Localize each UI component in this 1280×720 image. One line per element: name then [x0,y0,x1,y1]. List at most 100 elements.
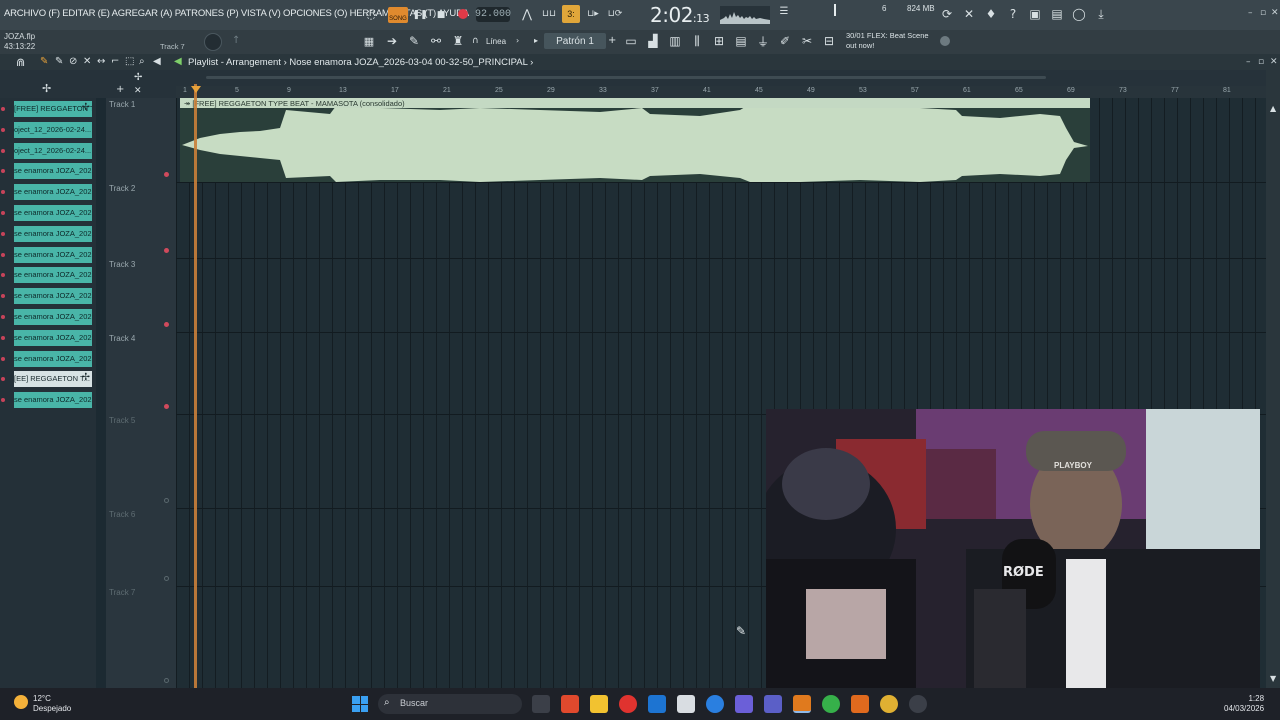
metronome-icon[interactable]: ⋀ [518,5,536,23]
track-record-icon[interactable] [164,172,169,177]
track-close-icon[interactable]: ✕ [134,86,142,96]
cut-icon[interactable]: ✂ [798,32,816,50]
picker-item[interactable]: se enamora JOZA_202... [14,329,92,346]
track-record-icon[interactable] [164,322,169,327]
master-volume-slider[interactable] [834,4,836,16]
piano-roll-icon[interactable]: ▟ [644,32,662,50]
mute-tool-icon[interactable]: ✕ [83,56,91,67]
track-name[interactable]: Track 3 [109,260,135,269]
slip-tool-icon[interactable]: ↔ [97,56,105,67]
track-record-icon[interactable] [164,678,169,683]
save-icon[interactable]: ▣ [1026,5,1044,23]
audio-clip[interactable] [180,98,1090,182]
slice-tool-icon[interactable]: ⌐ [111,56,119,67]
close-window-icon[interactable]: ✕ [1271,8,1279,18]
tempo-display[interactable]: 92.000 [475,7,511,22]
track-name[interactable]: Track 1 [109,100,135,109]
playlist-icon[interactable]: ▭ [622,32,640,50]
stop-icon[interactable]: ■ [432,6,450,24]
pause-icon[interactable]: ❚❚ [411,6,429,24]
song-position-display[interactable]: 2:02:13 [650,3,710,27]
system-clock[interactable]: 1:28 04/03/2026 [1224,694,1264,714]
track-record-icon[interactable] [164,576,169,581]
paint-tool-icon[interactable]: ✎ [55,56,63,67]
picker-item[interactable]: se enamora JOZA_202... [14,392,92,409]
step-edit-icon[interactable]: ⊔▸ [584,5,602,23]
news-panel[interactable]: 30/01 FLEX: Beat Scene out now! [846,31,929,50]
draw-tool-icon[interactable]: ✎ [40,56,48,67]
pencil-icon[interactable]: ✎ [405,32,423,50]
maximize-window-icon[interactable]: ▫ [1260,8,1266,18]
edge-icon[interactable] [706,695,724,713]
obs-icon[interactable] [909,695,927,713]
playback-tool-icon[interactable]: ◀ [153,56,161,67]
weather-icon[interactable] [14,695,28,709]
picker-item[interactable]: se enamora JOZA_202... [14,184,92,201]
picker-item[interactable]: se enamora JOZA_202... [14,246,92,263]
wait-input-icon[interactable]: ⊔⊔ [540,5,558,23]
track-name[interactable]: Track 5 [109,416,135,425]
mixer-icon[interactable]: ✕ [960,5,978,23]
playhead[interactable] [194,84,197,688]
track-name[interactable]: Track 4 [109,334,135,343]
export-icon[interactable]: ▤ [1048,5,1066,23]
song-mode-toggle[interactable]: SONG [388,7,408,23]
track-record-icon[interactable] [164,248,169,253]
pattern-selector[interactable]: Patrón 1 [544,33,606,49]
keyboard-icon[interactable]: ▦ [360,32,378,50]
minimize-window-icon[interactable]: – [1248,8,1253,18]
help-icon[interactable]: ? [1004,5,1022,23]
picker-item[interactable]: oject_12_2026-02-24... [14,142,92,159]
track-record-icon[interactable] [164,498,169,503]
loop-record-icon[interactable]: ◌ [362,5,380,23]
countdown-icon[interactable]: 3: [562,5,580,23]
mixer-view-icon[interactable]: ⫼ [688,32,706,50]
undo-history-icon[interactable]: ⟳ [938,5,956,23]
picker-item[interactable]: se enamora JOZA_202... [14,267,92,284]
main-volume-knob[interactable] [204,33,222,51]
picker-item[interactable]: se enamora JOZA_202... [14,163,92,180]
playhead-marker-icon[interactable] [191,86,201,93]
playlist-arrow-icon[interactable]: ◀ [174,56,182,67]
magnet-icon[interactable]: ∩ [472,36,479,46]
browser-icon[interactable]: ▤ [732,32,750,50]
drag-handle-icon[interactable]: ✢ [82,372,90,383]
track-name[interactable]: Track 6 [109,510,135,519]
fl-studio-icon[interactable] [793,695,811,713]
brave-browser-icon[interactable] [561,695,579,713]
blend-notes-icon[interactable]: ⊔⟳ [606,5,624,23]
channel-rack-icon[interactable]: ▥ [666,32,684,50]
stamp-icon[interactable]: ♜ [449,32,467,50]
track-zoom-icon[interactable]: ✢ [134,72,142,83]
copilot-icon[interactable] [735,695,753,713]
add-pattern-icon[interactable]: + [608,35,616,46]
task-view-icon[interactable] [532,695,550,713]
picker-item[interactable]: se enamora JOZA_202... [14,225,92,242]
clip-title[interactable]: ↠ [FREE] REGGAETON TYPE BEAT - MAMASOTA … [180,98,1090,108]
start-button[interactable] [352,696,368,712]
shop-icon[interactable]: ⊟ [820,32,838,50]
picker-item[interactable]: se enamora JOZA_202... [14,309,92,325]
media-player-icon[interactable] [619,695,637,713]
record-button[interactable] [458,9,468,19]
account-icon[interactable] [940,36,950,46]
arrow-right-icon[interactable]: ➔ [383,32,401,50]
drag-handle-icon[interactable]: ✢ [82,102,90,113]
file-explorer-icon[interactable] [590,695,608,713]
plugin-picker-icon[interactable]: ⊞ [710,32,728,50]
scroll-down-icon[interactable]: ▼ [1270,674,1276,683]
playlist-close-icon[interactable]: ✕ [1270,57,1278,67]
picker-item[interactable]: se enamora JOZA_202... [14,205,92,221]
playlist-maximize-icon[interactable]: ▫ [1258,57,1264,67]
chat-icon[interactable]: ◯ [1070,5,1088,23]
picker-item[interactable]: se enamora JOZA_202... [14,288,92,305]
snap-selector[interactable]: Línea [486,37,506,46]
playlist-minimize-icon[interactable]: – [1246,57,1251,67]
store-icon[interactable] [677,695,695,713]
plug-icon[interactable]: ⏚ [754,32,772,50]
picker-item[interactable]: [EE] REGGAETON T... ✢ [14,371,92,388]
whatsapp-icon[interactable] [822,695,840,713]
picker-item[interactable]: se enamora JOZA_202... [14,350,92,367]
delete-tool-icon[interactable]: ⊘ [69,56,77,67]
microphone-icon[interactable]: ♦ [982,5,1000,23]
